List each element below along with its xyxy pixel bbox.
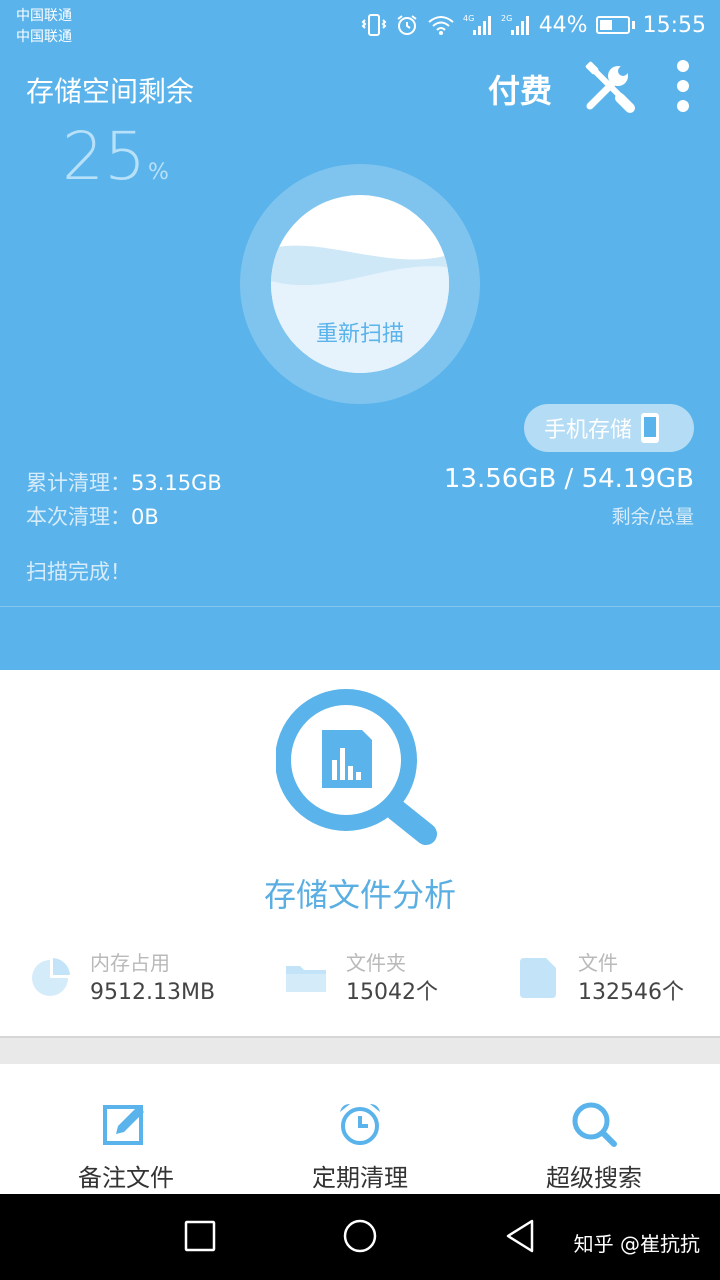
- network-type-2: 2G: [501, 14, 512, 23]
- storage-panel: 中国联通 中国联通 4G 2G 44% 15:55 存储空间剩余 付费 25% …: [0, 0, 720, 670]
- storage-total-sub: 剩余/总量: [611, 506, 694, 528]
- tool-notes-label: 备注文件: [78, 1164, 174, 1192]
- storage-total-text: 13.56GB / 54.19GB: [443, 464, 694, 494]
- cumulative-clean-value: 53.15GB: [131, 471, 222, 495]
- storage-analysis-button[interactable]: [275, 684, 446, 854]
- analysis-title: 存储文件分析: [263, 876, 456, 914]
- system-nav-bar: 知乎 @崔抗抗: [0, 1194, 720, 1280]
- scan-status: 扫描完成！: [26, 560, 131, 584]
- status-icons: 4G 2G 44% 15:55: [361, 10, 706, 40]
- pay-button[interactable]: 付费: [488, 66, 552, 112]
- section-separator: [0, 1036, 720, 1064]
- divider: [0, 606, 720, 607]
- storage-gauge[interactable]: [240, 164, 480, 404]
- metric-files-label: 文件: [578, 951, 618, 975]
- tool-notes[interactable]: 备注文件: [26, 1100, 226, 1193]
- network-type-1: 4G: [463, 14, 474, 23]
- rescan-button[interactable]: 重新扫描: [270, 316, 450, 348]
- this-clean-value: 0B: [131, 505, 159, 529]
- this-clean-label: 本次清理：: [26, 505, 131, 529]
- watermark: 知乎 @崔抗抗: [573, 1232, 700, 1256]
- metric-memory[interactable]: 内存占用 9512.13MB: [28, 946, 215, 1010]
- tool-schedule-label: 定期清理: [312, 1164, 408, 1192]
- file-icon: [520, 958, 556, 998]
- phone-storage-button[interactable]: 手机存储: [524, 404, 694, 452]
- wrench-screwdriver-icon: [585, 61, 635, 113]
- signal-icon-1: 4G: [463, 14, 491, 35]
- tool-search-label: 超级搜索: [546, 1164, 642, 1192]
- alarm-icon: [397, 15, 417, 35]
- signal-icon-2: 2G: [501, 14, 529, 35]
- tool-search[interactable]: 超级搜索: [494, 1100, 694, 1193]
- pie-chart-icon: [32, 958, 70, 996]
- tool-schedule[interactable]: 定期清理: [260, 1100, 460, 1193]
- recent-apps-button[interactable]: [180, 1216, 220, 1256]
- phone-icon: [641, 413, 660, 443]
- percent-value: 25: [62, 118, 146, 195]
- wifi-icon: [428, 16, 454, 35]
- metric-folders-value: 15042个: [346, 980, 438, 1005]
- battery-percent: 44%: [538, 12, 588, 38]
- search-icon: [572, 1102, 617, 1147]
- more-vertical-icon: [677, 60, 689, 72]
- carrier-info: 中国联通 中国联通: [16, 6, 72, 48]
- more-menu-button[interactable]: [668, 58, 698, 114]
- tools-button[interactable]: [582, 60, 636, 114]
- remaining-percent: 25%: [62, 118, 169, 195]
- metric-files-value: 132546个: [578, 980, 684, 1005]
- percent-unit: %: [147, 160, 169, 185]
- cumulative-clean-label: 累计清理：: [26, 471, 131, 495]
- storage-totals: 13.56GB / 54.19GB 剩余/总量: [444, 464, 694, 529]
- status-bar: 中国联通 中国联通 4G 2G 44% 15:55: [0, 0, 720, 52]
- carrier-2: 中国联通: [16, 29, 72, 45]
- metric-folders[interactable]: 文件夹 15042个: [284, 946, 438, 1010]
- metric-memory-value: 9512.13MB: [90, 980, 216, 1005]
- page-title: 存储空间剩余: [26, 75, 195, 108]
- carrier-1: 中国联通: [16, 8, 72, 24]
- home-button[interactable]: [340, 1216, 380, 1256]
- phone-storage-label: 手机存储: [544, 418, 633, 443]
- alarm-clock-icon: [340, 1104, 380, 1145]
- edit-note-icon: [103, 1105, 144, 1145]
- metric-folders-label: 文件夹: [346, 951, 406, 975]
- clock: 15:55: [642, 12, 706, 38]
- back-button[interactable]: [500, 1216, 540, 1256]
- folder-icon: [286, 966, 326, 992]
- cleanup-stats: 累计清理：53.15GB 本次清理：0B: [26, 466, 222, 534]
- battery-icon: [595, 16, 630, 34]
- metric-files[interactable]: 文件 132546个: [516, 946, 684, 1010]
- storage-analysis-icon: [275, 689, 437, 845]
- metric-memory-label: 内存占用: [90, 951, 170, 975]
- vibrate-icon: [361, 14, 387, 36]
